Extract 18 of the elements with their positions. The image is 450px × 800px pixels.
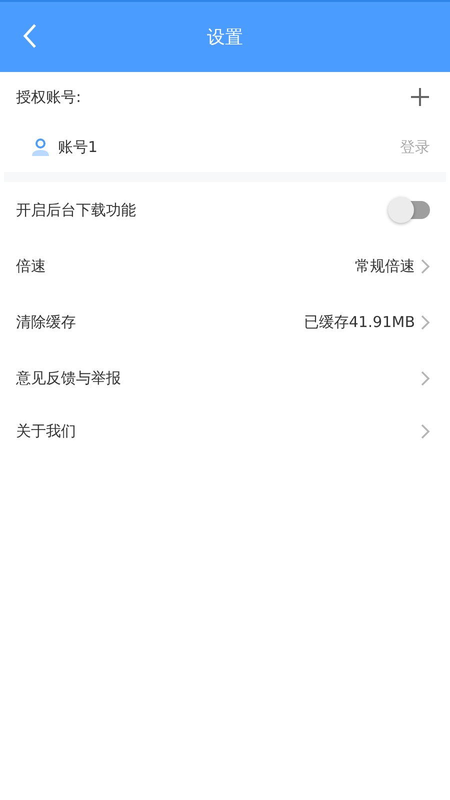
setting-value: 常规倍速 — [355, 256, 415, 276]
section-label: 授权账号: — [16, 88, 82, 106]
chevron-icon — [421, 314, 430, 330]
chevron-icon — [421, 258, 430, 274]
setting-label: 倍速 — [16, 256, 47, 276]
account-name: 账号1 — [58, 138, 99, 156]
add-icon[interactable] — [410, 87, 430, 107]
back-icon[interactable] — [23, 23, 37, 49]
login-link[interactable]: 登录 — [400, 138, 430, 156]
user-icon — [31, 138, 50, 156]
chevron-icon — [421, 370, 430, 386]
page-title: 设置 — [207, 26, 243, 49]
setting-label: 开启后台下载功能 — [16, 200, 137, 220]
setting-label: 关于我们 — [16, 422, 77, 440]
setting-label: 清除缓存 — [16, 312, 77, 332]
chevron-icon — [421, 424, 430, 438]
setting-value: 已缓存41.91MB — [304, 312, 415, 332]
setting-label: 意见反馈与举报 — [16, 368, 122, 388]
